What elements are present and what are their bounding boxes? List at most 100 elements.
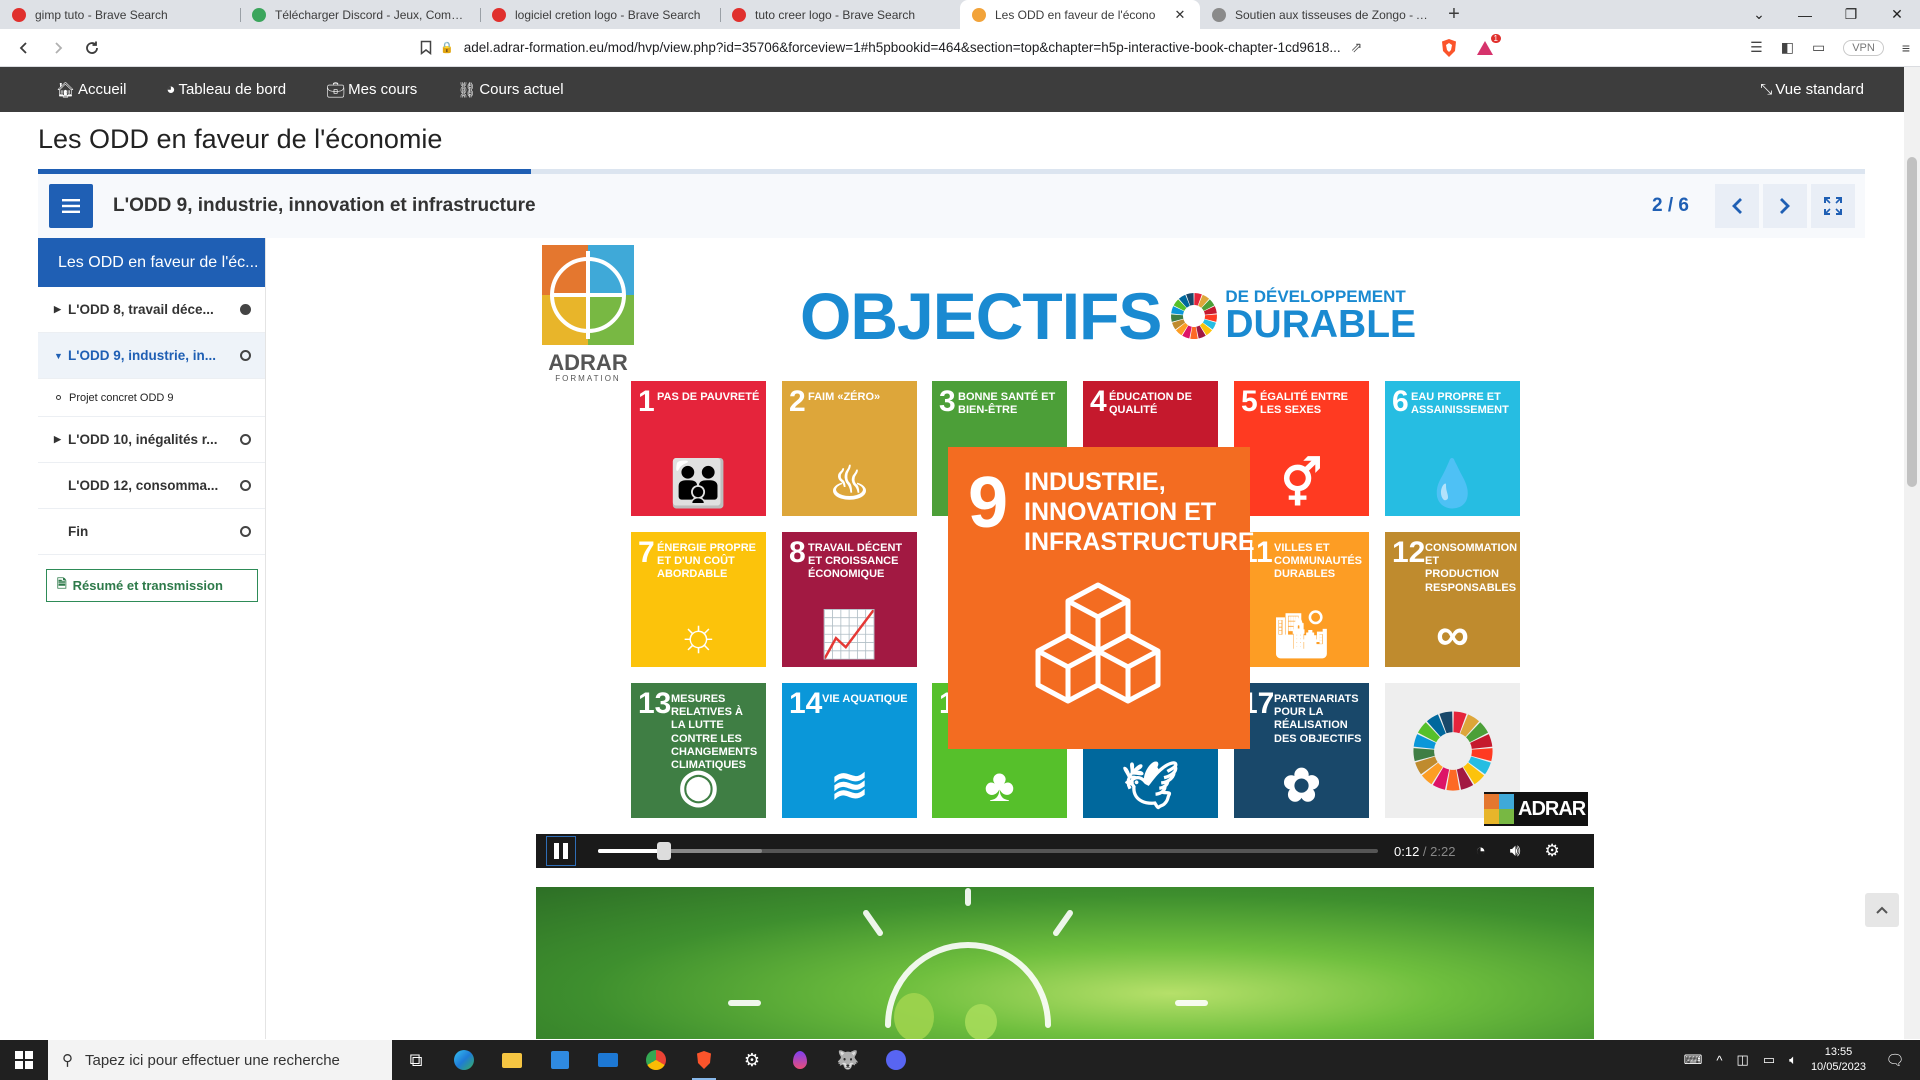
volume-icon[interactable]: 🔊︎ xyxy=(1510,841,1521,861)
chrome-icon[interactable] xyxy=(632,1040,680,1080)
tab-favicon-icon xyxy=(12,7,26,22)
maximize-button[interactable]: ❐ xyxy=(1828,0,1874,29)
standard-view-button[interactable]: ⤡ Vue standard xyxy=(1760,81,1864,98)
tile-number: 14 xyxy=(789,687,823,720)
seek-handle[interactable] xyxy=(657,842,672,860)
browser-tab[interactable]: tuto creer logo - Brave Search xyxy=(720,0,960,29)
display-icon[interactable]: ▭ xyxy=(1763,1052,1775,1068)
volume-tray-icon[interactable]: 🔈︎ xyxy=(1789,1052,1797,1068)
browser-tab[interactable]: Télécharger Discord - Jeux, Communic xyxy=(240,0,480,29)
seek-played xyxy=(598,849,665,853)
tab-favicon-icon xyxy=(492,7,506,22)
wallet-icon[interactable]: ▭ xyxy=(1812,39,1825,56)
browser-tab[interactable]: Soutien aux tisseuses de Zongo - Artis xyxy=(1200,0,1440,29)
chapter-label: L'ODD 9, industrie, in... xyxy=(68,348,216,363)
fullscreen-button[interactable] xyxy=(1811,184,1855,228)
keyboard-icon[interactable]: ⌨ xyxy=(1684,1052,1703,1068)
brave-shields-icon[interactable] xyxy=(1438,37,1460,59)
sidebar-chapter-item[interactable]: ▶ L'ODD 8, travail déce... xyxy=(38,287,265,333)
sidebar-chapter-item[interactable]: L'ODD 12, consomma... xyxy=(38,463,265,509)
store-icon[interactable] xyxy=(536,1040,584,1080)
vpn-button[interactable]: VPN xyxy=(1843,39,1884,56)
cubes-icon xyxy=(1035,582,1161,704)
task-view-icon[interactable]: ⧉ xyxy=(392,1040,440,1080)
dove-icon: 🕊 xyxy=(1121,759,1180,811)
network-icon[interactable]: ◫ xyxy=(1737,1052,1749,1068)
file-explorer-icon[interactable] xyxy=(488,1040,536,1080)
address-bar[interactable]: 🔒 adel.adrar-formation.eu/mod/hvp/view.p… xyxy=(440,33,1420,63)
sidebar-chapter-item[interactable]: ▶ L'ODD 10, inégalités r... xyxy=(38,417,265,463)
caret-right-icon[interactable]: ▶ xyxy=(54,304,68,315)
previous-page-button[interactable] xyxy=(1715,184,1759,228)
taskbar-search[interactable]: ⚲ Tapez ici pour effectuer une recherche xyxy=(48,1040,392,1080)
reload-icon xyxy=(86,41,98,54)
settings-gear-icon[interactable]: ⚙ xyxy=(1544,841,1559,861)
sdg-title: OBJECTIFS DE DÉVELOPPEMENT DURABLE xyxy=(800,278,1416,354)
mail-icon[interactable] xyxy=(584,1040,632,1080)
pause-button[interactable] xyxy=(546,836,576,866)
caret-down-icon[interactable]: ▼ xyxy=(54,351,68,361)
page-scrollbar[interactable] xyxy=(1904,67,1920,1039)
tile-text: EAU PROPRE ET ASSAINISSEMENT xyxy=(1411,391,1509,417)
gimp-icon[interactable]: 🐺 xyxy=(824,1040,872,1080)
notifications-icon[interactable]: 🗨 xyxy=(1880,1051,1910,1069)
back-button[interactable] xyxy=(10,34,38,62)
summary-submit-button[interactable]: 🗎 Résumé et transmission xyxy=(46,569,258,602)
start-button[interactable] xyxy=(0,1040,48,1080)
browser-tab[interactable]: gimp tuto - Brave Search xyxy=(0,0,240,29)
new-tab-button[interactable]: + xyxy=(1440,0,1468,29)
standard-view-label: Vue standard xyxy=(1775,81,1864,98)
sdg-title-big: OBJECTIFS xyxy=(800,279,1162,353)
tile-number: 2 xyxy=(789,385,806,418)
lightbulb-image xyxy=(536,887,1594,1039)
browser-tab[interactable]: Les ODD en faveur de l'écono ✕ xyxy=(960,0,1200,29)
playlist-icon[interactable]: ☰ xyxy=(1750,39,1763,56)
tile-text: PARTENARIATS POUR LA RÉALISATION DES OBJ… xyxy=(1274,693,1362,745)
tab-label: gimp tuto - Brave Search xyxy=(35,7,168,22)
back-arrow-icon xyxy=(19,41,27,54)
reload-button[interactable] xyxy=(78,34,106,62)
bookmark-button[interactable] xyxy=(412,40,440,55)
tab-search-chevron-icon[interactable]: ⌄ xyxy=(1736,0,1782,29)
toggle-menu-button[interactable] xyxy=(49,184,93,228)
next-page-button[interactable] xyxy=(1763,184,1807,228)
video-player[interactable]: ADRAR FORMATION OBJECTIFS DE DÉVELOPPEME… xyxy=(536,244,1594,868)
close-window-button[interactable]: ✕ xyxy=(1874,0,1920,29)
chapter-status-icon xyxy=(240,350,251,361)
taskbar-clock[interactable]: 13:55 10/05/2023 xyxy=(1811,1045,1866,1075)
back-to-top-button[interactable] xyxy=(1865,893,1899,927)
edge-icon[interactable] xyxy=(440,1040,488,1080)
brave-rewards-icon[interactable]: 1 xyxy=(1474,33,1501,59)
minimize-button[interactable]: — xyxy=(1782,0,1828,29)
moodle-nav-item[interactable]: 🏠︎ Accueil xyxy=(56,81,126,99)
forward-button[interactable] xyxy=(44,34,72,62)
discord-icon[interactable] xyxy=(872,1040,920,1080)
paint-app-icon[interactable] xyxy=(776,1040,824,1080)
caret-right-icon[interactable]: ▶ xyxy=(54,434,68,445)
seek-bar[interactable] xyxy=(598,842,1378,860)
browser-menu-icon[interactable]: ≡ xyxy=(1902,40,1910,56)
sidebar-chapter-item[interactable]: ▼ L'ODD 9, industrie, in... xyxy=(38,333,265,379)
sdg-tile: 12 CONSOMMATION ET PRODUCTION RESPONSABLE… xyxy=(1385,532,1520,667)
moodle-nav-item[interactable]: ⛓ Cours actuel xyxy=(457,81,563,99)
sidebar-toggle-icon[interactable]: ◧ xyxy=(1781,39,1794,56)
settings-icon[interactable]: ⚙ xyxy=(728,1040,776,1080)
url-text: adel.adrar-formation.eu/mod/hvp/view.php… xyxy=(463,40,1341,55)
share-icon[interactable]: ⇗ xyxy=(1351,39,1363,56)
lock-icon[interactable]: 🔒 xyxy=(440,41,454,54)
moodle-nav-item[interactable]: 💼︎ Mes cours xyxy=(326,81,417,99)
chapter-status-icon xyxy=(240,480,251,491)
tab-close-icon[interactable]: ✕ xyxy=(1172,7,1188,23)
sidebar-chapter-item[interactable]: Fin xyxy=(38,509,265,555)
sidebar-section-item[interactable]: Projet concret ODD 9 xyxy=(38,379,265,417)
windows-taskbar: ⚲ Tapez ici pour effectuer une recherche… xyxy=(0,1040,1920,1080)
scrollbar-thumb[interactable] xyxy=(1907,157,1917,487)
playback-speed-icon[interactable]: ◔ xyxy=(1475,841,1485,861)
bullet-icon xyxy=(56,395,61,400)
sdg-tile: 17 PARTENARIATS POUR LA RÉALISATION DES O… xyxy=(1234,683,1369,818)
tray-chevron-icon[interactable]: ^ xyxy=(1716,1053,1722,1068)
brave-icon[interactable] xyxy=(680,1040,728,1080)
moodle-nav-label: Tableau de bord xyxy=(178,81,287,98)
moodle-nav-item[interactable]: ◕ Tableau de bord xyxy=(166,81,286,99)
browser-tab[interactable]: logiciel cretion logo - Brave Search xyxy=(480,0,720,29)
